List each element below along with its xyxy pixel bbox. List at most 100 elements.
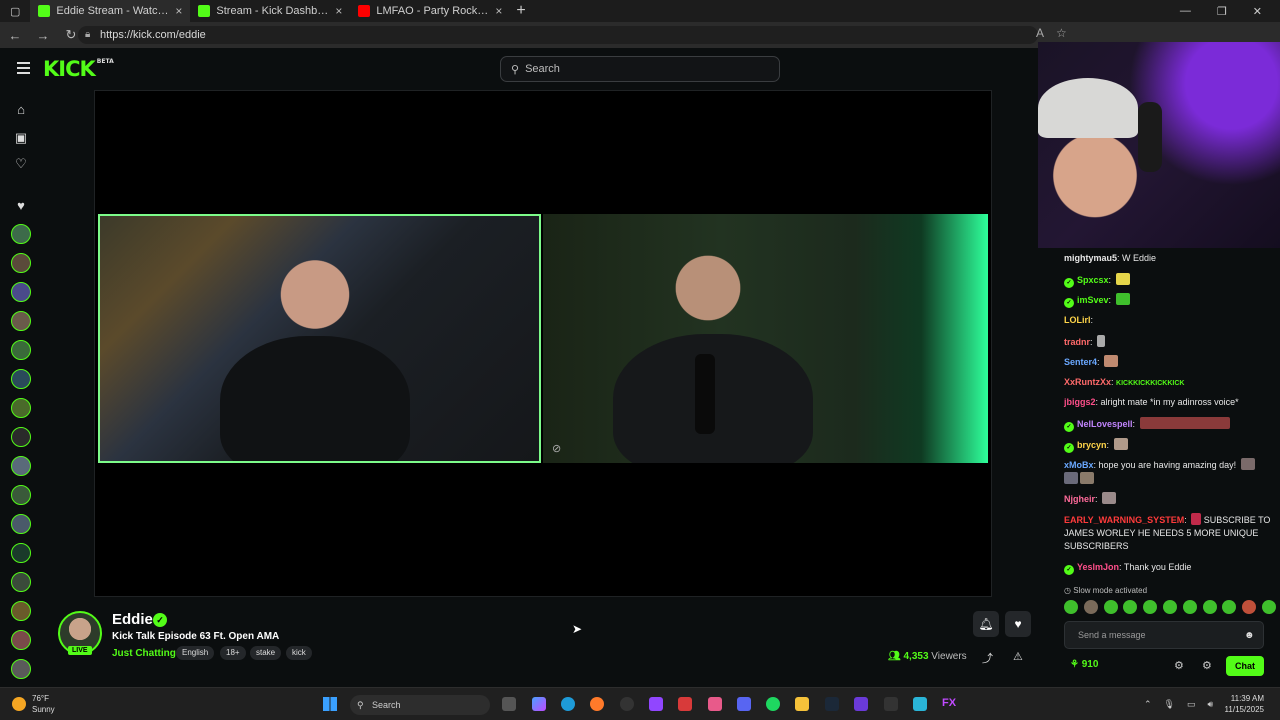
weather-widget[interactable]: 76°F Sunny: [12, 693, 55, 715]
app-icon[interactable]: [854, 697, 868, 711]
minimize-icon[interactable]: —: [1180, 5, 1191, 18]
quick-emote[interactable]: [1242, 600, 1257, 614]
chat-username[interactable]: Spxcsx: [1077, 275, 1109, 285]
quick-emote[interactable]: [1083, 600, 1098, 614]
home-icon[interactable]: ⌂: [13, 102, 29, 118]
stream-tag[interactable]: stake: [250, 646, 282, 660]
quick-emote[interactable]: [1222, 600, 1237, 614]
taskbar-search[interactable]: ⚲ Search: [350, 695, 490, 715]
send-chat-button[interactable]: Chat: [1226, 656, 1264, 676]
network-icon[interactable]: ▭: [1187, 699, 1196, 710]
followed-channel-avatar[interactable]: [11, 398, 31, 418]
tab-eddie-stream[interactable]: Eddie Stream - Watch Live on Kick ×: [30, 0, 191, 22]
tab-kick-dashboard[interactable]: Stream - Kick Dashboard ×: [190, 0, 350, 22]
forward-icon[interactable]: →: [36, 28, 50, 43]
copilot-icon[interactable]: [532, 697, 546, 711]
chat-username[interactable]: EARLY_WARNING_SYSTEM: [1064, 515, 1184, 525]
app-icon[interactable]: [678, 697, 692, 711]
chat-tools-icon[interactable]: ⚙: [1202, 659, 1212, 672]
quick-emote[interactable]: [1162, 600, 1177, 614]
taskbar-clock[interactable]: 11:39 AM 11/15/2025: [1224, 693, 1264, 715]
read-aloud-icon[interactable]: A: [1036, 26, 1044, 40]
twitch-icon[interactable]: [649, 697, 663, 711]
chat-username[interactable]: Senter4: [1064, 357, 1097, 367]
favorite-star-icon[interactable]: ☆: [1056, 26, 1067, 40]
followed-channel-avatar[interactable]: [11, 369, 31, 389]
followed-channel-avatar[interactable]: [11, 601, 31, 621]
quick-emote[interactable]: [1202, 600, 1217, 614]
windows-start-icon[interactable]: [323, 697, 337, 711]
spotify-icon[interactable]: [766, 697, 780, 711]
channel-points[interactable]: ⚘ 910: [1070, 659, 1098, 670]
volume-icon[interactable]: 🔊︎: [1208, 699, 1214, 710]
followed-channel-avatar[interactable]: [11, 630, 31, 650]
quick-emote[interactable]: [1103, 600, 1118, 614]
chat-username[interactable]: brycyn: [1077, 440, 1107, 450]
quick-emote[interactable]: [1261, 600, 1276, 614]
tray-expand-icon[interactable]: ⌃: [1144, 699, 1152, 710]
close-tab-icon[interactable]: ×: [175, 4, 182, 18]
microphone-icon[interactable]: 🎙︎: [1164, 699, 1175, 710]
followed-channel-avatar[interactable]: [11, 456, 31, 476]
refresh-icon[interactable]: ↻: [64, 27, 78, 43]
close-tab-icon[interactable]: ×: [335, 4, 342, 18]
following-icon[interactable]: ♡: [13, 156, 29, 172]
chat-username[interactable]: XxRuntzXx: [1064, 377, 1111, 387]
chat-username[interactable]: YeslmJon: [1077, 562, 1119, 572]
report-warning-icon[interactable]: ⚠: [1013, 650, 1023, 663]
followed-channel-avatar[interactable]: [11, 659, 31, 679]
stream-tag[interactable]: English: [176, 646, 215, 660]
kick-logo[interactable]: KICK BETA: [43, 57, 114, 81]
itunes-icon[interactable]: [708, 697, 722, 711]
tab-youtube-lmfao[interactable]: LMFAO - Party Rock Anthem ft. Lauren Ben…: [350, 0, 510, 22]
followed-channel-avatar[interactable]: [11, 253, 31, 273]
share-icon[interactable]: ⤴: [982, 650, 993, 666]
stream-tag[interactable]: 18+: [220, 646, 246, 660]
followed-channel-avatar[interactable]: [11, 485, 31, 505]
followed-channel-avatar[interactable]: [11, 311, 31, 331]
follow-heart-button[interactable]: ♥: [1005, 611, 1031, 637]
discord-icon[interactable]: [737, 697, 751, 711]
file-explorer-icon[interactable]: [795, 697, 809, 711]
app-icon[interactable]: [884, 697, 898, 711]
task-view-icon[interactable]: [502, 697, 516, 711]
quick-emote[interactable]: [1123, 600, 1138, 614]
search-input[interactable]: ⚲ Search: [500, 56, 780, 82]
browse-icon[interactable]: ▣: [13, 130, 29, 146]
chat-username[interactable]: tradnr: [1064, 337, 1090, 347]
chat-username[interactable]: Njgheir: [1064, 494, 1095, 504]
back-icon[interactable]: ←: [8, 28, 22, 43]
quick-emote[interactable]: [1064, 600, 1078, 614]
chat-settings-gear-icon[interactable]: ⚙: [1174, 659, 1184, 672]
stream-category[interactable]: Just Chatting: [112, 648, 176, 659]
emoji-picker-icon[interactable]: ☻: [1244, 630, 1255, 641]
chat-username[interactable]: imSvev: [1077, 295, 1109, 305]
maximize-icon[interactable]: ❐: [1217, 5, 1227, 18]
stream-tag[interactable]: kick: [286, 646, 312, 660]
chat-username[interactable]: NelLovespell: [1077, 419, 1133, 429]
followed-channel-avatar[interactable]: [11, 282, 31, 302]
followed-channel-avatar[interactable]: [11, 543, 31, 563]
new-tab-button[interactable]: +: [510, 2, 531, 20]
chat-username[interactable]: xMoBx: [1064, 460, 1094, 470]
hamburger-menu-icon[interactable]: [17, 62, 30, 74]
followed-channel-avatar[interactable]: [11, 427, 31, 447]
fx-app-icon[interactable]: FX: [942, 697, 956, 711]
quick-emote[interactable]: [1182, 600, 1197, 614]
followed-channel-avatar[interactable]: [11, 224, 31, 244]
chat-username[interactable]: jbiggs2: [1064, 397, 1096, 407]
window-menu-icon[interactable]: ▢: [0, 5, 30, 18]
close-tab-icon[interactable]: ×: [495, 4, 502, 18]
chat-message-input[interactable]: Send a message: [1064, 621, 1264, 649]
quick-emote[interactable]: [1143, 600, 1158, 614]
firefox-icon[interactable]: [590, 697, 604, 711]
chat-username[interactable]: mightymau5: [1064, 253, 1117, 263]
followed-channel-avatar[interactable]: [11, 572, 31, 592]
followed-channel-avatar[interactable]: [11, 340, 31, 360]
address-bar[interactable]: 🔒︎ https://kick.com/eddie: [78, 26, 1038, 44]
app-icon[interactable]: [913, 697, 927, 711]
followed-channel-avatar[interactable]: [11, 514, 31, 534]
chat-username[interactable]: LOLirl: [1064, 315, 1091, 325]
obs-icon[interactable]: [620, 697, 634, 711]
edge-icon[interactable]: [561, 697, 575, 711]
